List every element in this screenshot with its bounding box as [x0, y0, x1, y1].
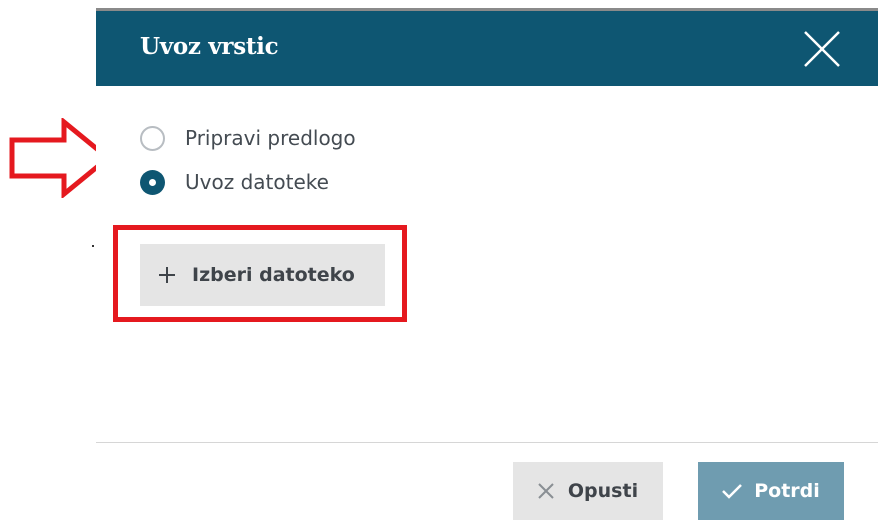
confirm-label: Potrdi — [754, 480, 820, 502]
check-icon — [722, 484, 743, 499]
radio-button-unchecked[interactable] — [140, 125, 165, 151]
dialog-title: Uvoz vrstic — [140, 33, 279, 60]
radio-label: Pripravi predlogo — [185, 126, 356, 150]
radio-import-file[interactable]: Uvoz datoteke — [140, 167, 329, 197]
confirm-button[interactable]: Potrdi — [698, 462, 844, 520]
close-icon — [804, 31, 840, 67]
footer-divider — [96, 442, 878, 443]
radio-label: Uvoz datoteke — [185, 170, 329, 194]
cancel-button[interactable]: Opusti — [513, 462, 663, 520]
screen: Uvoz vrstic Pripravi predlogo Uvoz datot… — [0, 0, 878, 520]
radio-button-checked[interactable] — [140, 169, 165, 195]
close-button[interactable] — [802, 29, 842, 69]
radio-dot — [149, 178, 156, 186]
annotation-highlight-box — [113, 225, 407, 322]
close-icon — [538, 483, 554, 499]
stray-dot — [92, 245, 94, 247]
dialog-header: Uvoz vrstic — [96, 11, 878, 86]
radio-prepare-template[interactable]: Pripravi predlogo — [140, 123, 356, 153]
cancel-label: Opusti — [567, 480, 639, 502]
